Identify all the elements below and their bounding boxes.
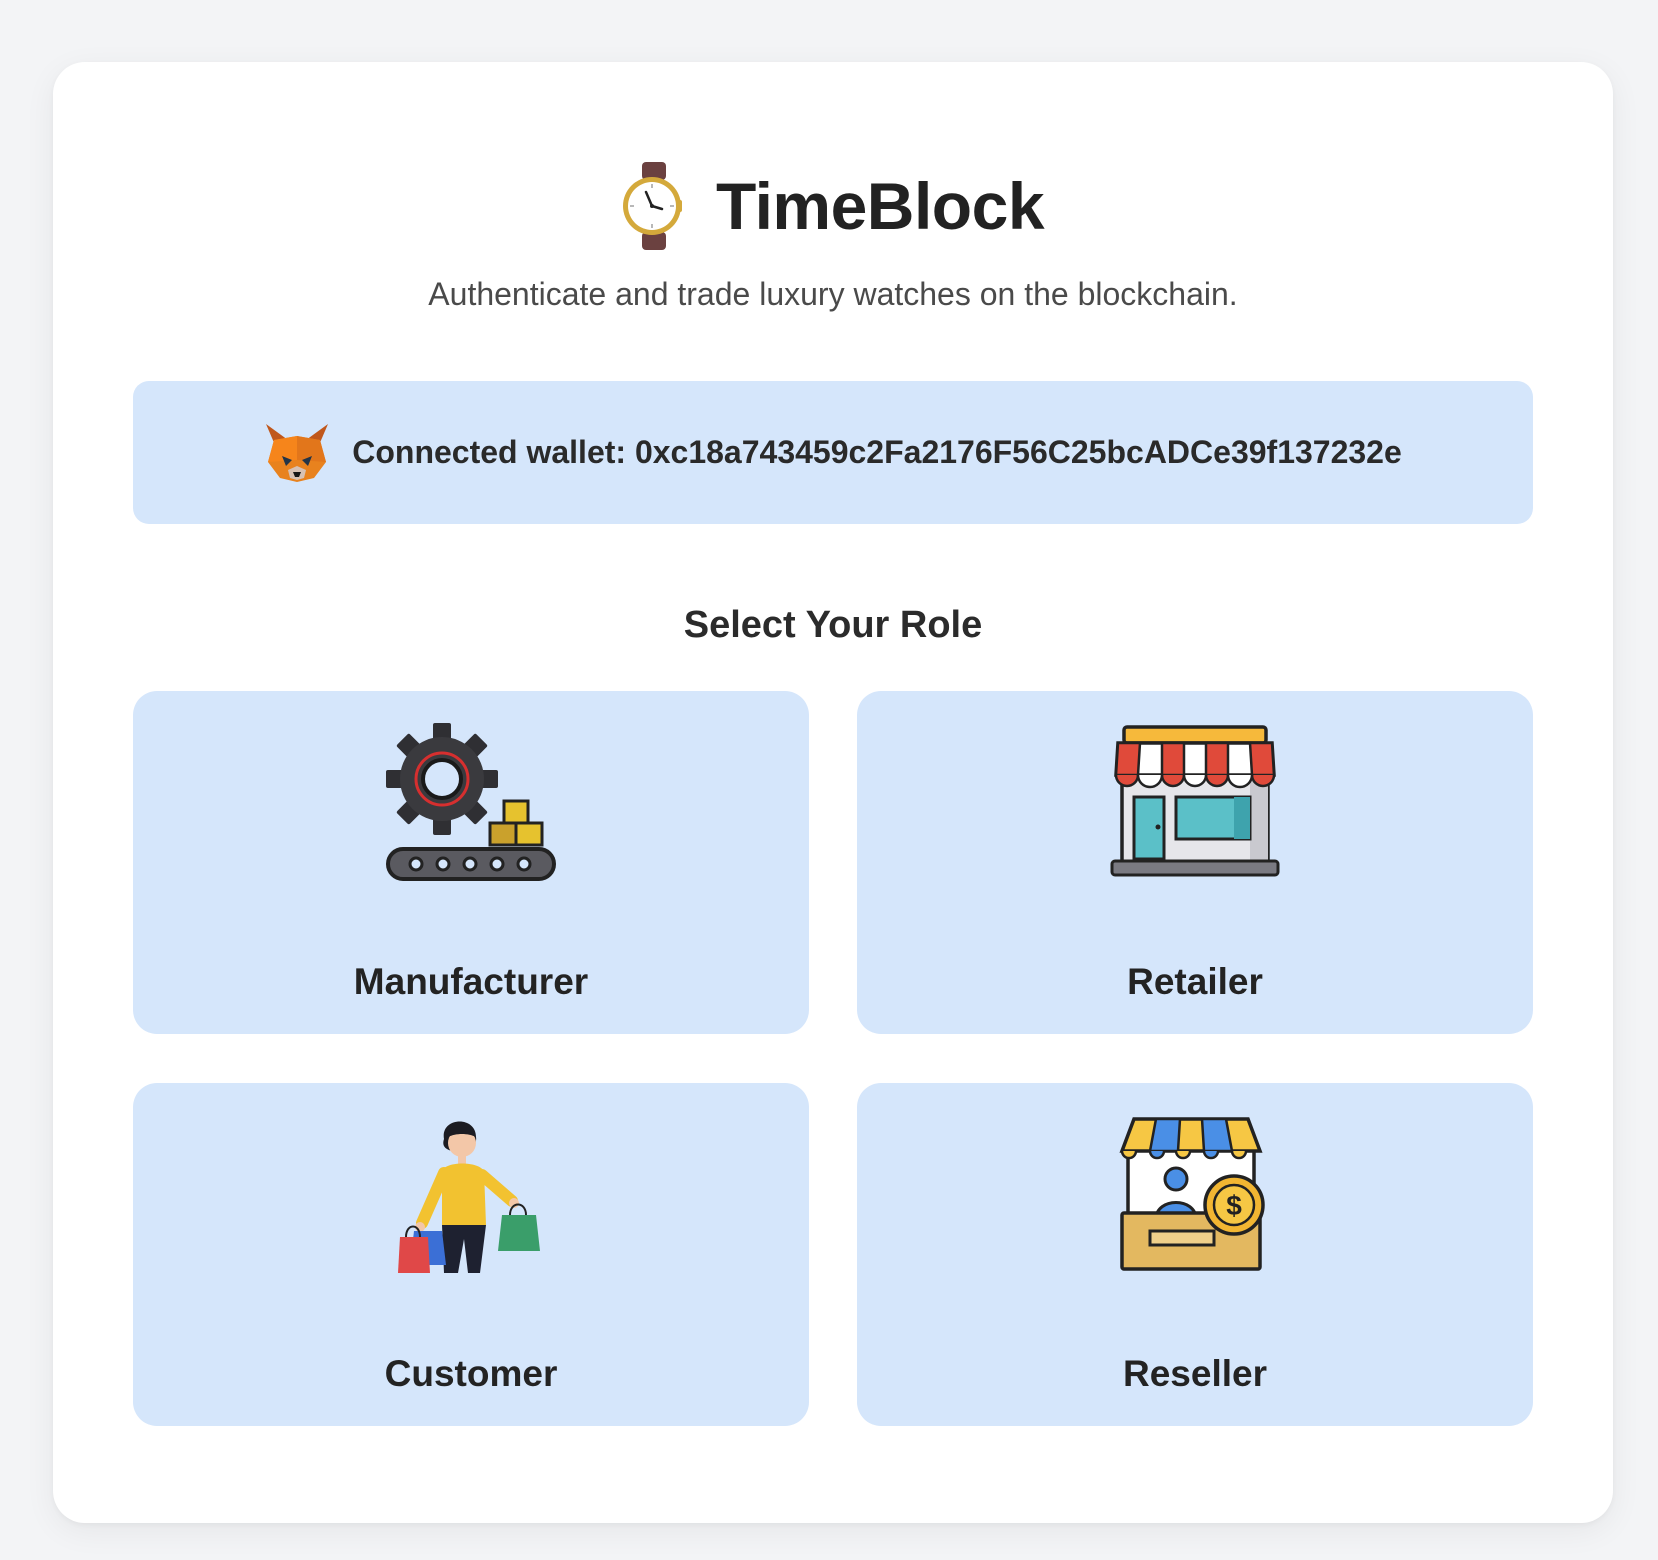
wallet-banner: Connected wallet: 0xc18a743459c2Fa2176F5… xyxy=(133,381,1533,524)
wristwatch-icon xyxy=(622,162,682,250)
storefront-icon xyxy=(1110,725,1280,877)
metamask-fox-icon xyxy=(266,423,329,482)
shopper-icon xyxy=(398,1121,540,1273)
role-card-retailer[interactable]: Retailer xyxy=(857,691,1533,1034)
role-card-manufacturer[interactable]: Manufacturer xyxy=(133,691,809,1034)
role-card-reseller[interactable]: $ Reseller xyxy=(857,1083,1533,1426)
reseller-booth-icon: $ xyxy=(1119,1117,1265,1271)
app-title: TimeBlock xyxy=(715,169,1045,243)
role-label-manufacturer: Manufacturer xyxy=(353,961,589,1002)
role-label-customer: Customer xyxy=(384,1353,558,1394)
factory-conveyor-icon xyxy=(386,723,556,881)
role-card-customer[interactable]: Customer xyxy=(133,1083,809,1426)
role-label-reseller: Reseller xyxy=(1123,1353,1267,1394)
app-tagline: Authenticate and trade luxury watches on… xyxy=(428,276,1238,312)
app-header: TimeBlock xyxy=(53,156,1613,256)
svg-text:$: $ xyxy=(1226,1190,1242,1221)
role-selection-heading: Select Your Role xyxy=(683,604,983,646)
main-card: TimeBlock Authenticate and trade luxury … xyxy=(53,62,1613,1523)
connected-wallet-address: Connected wallet: 0xc18a743459c2Fa2176F5… xyxy=(352,434,1402,470)
role-label-retailer: Retailer xyxy=(1127,961,1263,1002)
